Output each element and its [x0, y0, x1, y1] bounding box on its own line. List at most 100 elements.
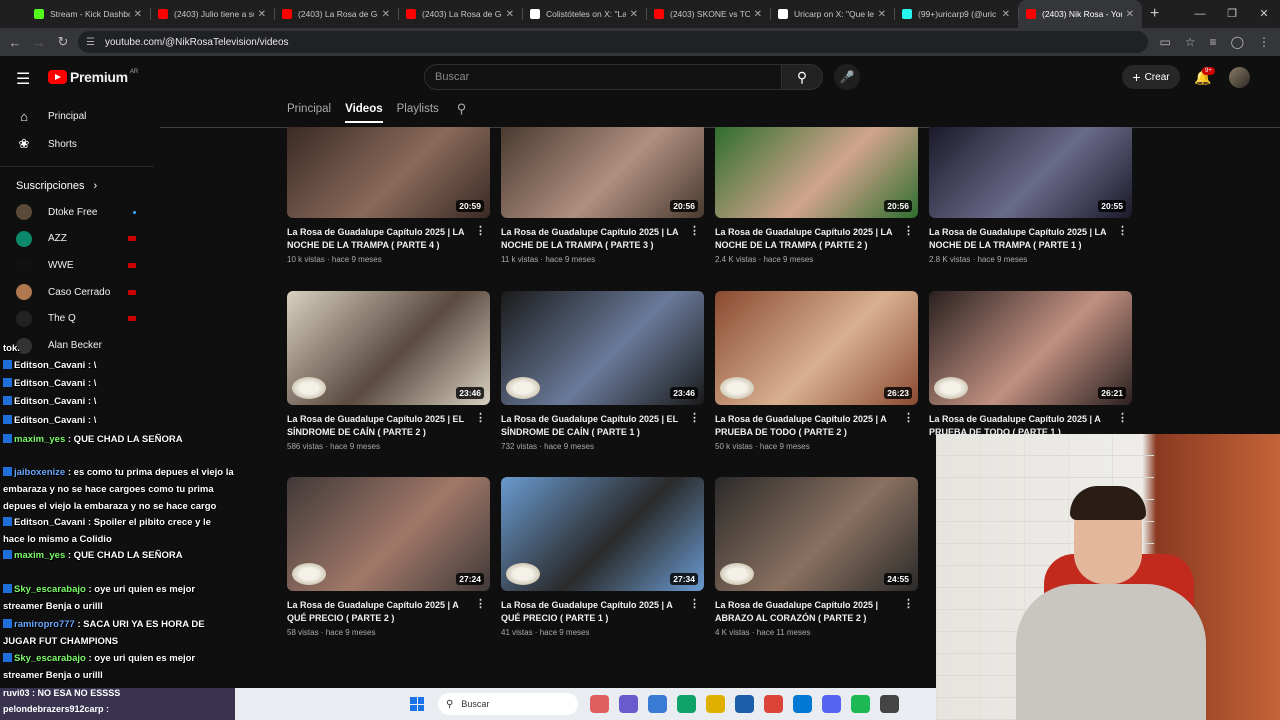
- taskbar-app-icon[interactable]: [880, 695, 899, 713]
- taskbar-app-icon[interactable]: [793, 695, 812, 713]
- tab-principal[interactable]: Principal: [287, 103, 331, 123]
- maximize-icon[interactable]: ❐: [1216, 0, 1248, 28]
- close-tab-icon[interactable]: ✕: [630, 9, 638, 20]
- browser-tab[interactable]: (2403) Julio tiene a su ✕: [150, 0, 274, 28]
- video-card[interactable]: 20:56 La Rosa de Guadalupe Capítulo 2025 …: [715, 127, 918, 264]
- video-title[interactable]: La Rosa de Guadalupe Capítulo 2025 | LA …: [715, 226, 901, 252]
- video-options-icon[interactable]: ⋮: [689, 224, 700, 237]
- taskbar-app-icon[interactable]: [706, 695, 725, 713]
- video-options-icon[interactable]: ⋮: [689, 597, 700, 610]
- taskbar-app-icon[interactable]: [619, 695, 638, 713]
- video-title[interactable]: La Rosa de Guadalupe Capítulo 2025 | A Q…: [501, 599, 687, 625]
- browser-tab[interactable]: (2403) Nik Rosa - You ✕: [1018, 0, 1142, 28]
- video-options-icon[interactable]: ⋮: [903, 224, 914, 237]
- minimize-icon[interactable]: —: [1184, 0, 1216, 28]
- subscription-item[interactable]: AZZ: [16, 230, 136, 247]
- video-options-icon[interactable]: ⋮: [475, 597, 486, 610]
- install-app-icon[interactable]: ▭: [1159, 35, 1170, 49]
- close-tab-icon[interactable]: ✕: [1126, 9, 1134, 20]
- search-input[interactable]: Buscar: [424, 64, 782, 90]
- taskbar-app-icon[interactable]: [851, 695, 870, 713]
- site-info-icon[interactable]: ☰: [86, 37, 95, 48]
- forward-icon[interactable]: →: [27, 35, 51, 50]
- video-thumbnail[interactable]: 26:23: [715, 291, 918, 405]
- video-title[interactable]: La Rosa de Guadalupe Capítulo 2025 | ABR…: [715, 599, 901, 625]
- video-title[interactable]: La Rosa de Guadalupe Capítulo 2025 | LA …: [929, 226, 1115, 252]
- taskbar-app-icon[interactable]: [764, 695, 783, 713]
- subscription-item[interactable]: Dtoke Free: [16, 204, 136, 220]
- taskbar-app-icon[interactable]: [590, 695, 609, 713]
- video-thumbnail[interactable]: 20:59: [287, 127, 490, 218]
- video-options-icon[interactable]: ⋮: [1117, 411, 1128, 424]
- video-thumbnail[interactable]: 20:55: [929, 127, 1132, 218]
- channel-search-icon[interactable]: ⚲: [457, 101, 467, 123]
- close-tab-icon[interactable]: ✕: [1002, 9, 1010, 20]
- subscription-item[interactable]: Caso Cerrado: [16, 284, 136, 301]
- video-card[interactable]: 23:46 La Rosa de Guadalupe Capítulo 2025 …: [501, 291, 704, 451]
- reading-list-icon[interactable]: ≡: [1210, 35, 1217, 49]
- video-card[interactable]: 20:56 La Rosa de Guadalupe Capítulo 2025 …: [501, 127, 704, 264]
- video-card[interactable]: 23:46 La Rosa de Guadalupe Capítulo 2025 …: [287, 291, 490, 451]
- start-button-icon[interactable]: [410, 697, 424, 711]
- profile-icon[interactable]: ◯: [1231, 35, 1244, 49]
- reload-icon[interactable]: ↻: [51, 34, 75, 50]
- close-tab-icon[interactable]: ✕: [754, 9, 762, 20]
- subscription-item[interactable]: WWE: [16, 257, 136, 274]
- taskbar-app-icon[interactable]: [648, 695, 667, 713]
- close-tab-icon[interactable]: ✕: [382, 9, 390, 20]
- browser-tab[interactable]: (2403) SKONE vs TOM ✕: [646, 0, 770, 28]
- video-options-icon[interactable]: ⋮: [475, 411, 486, 424]
- video-title[interactable]: La Rosa de Guadalupe Capítulo 2025 | A P…: [715, 413, 901, 439]
- browser-menu-icon[interactable]: ⋮: [1258, 35, 1270, 49]
- video-thumbnail[interactable]: 20:56: [715, 127, 918, 218]
- close-tab-icon[interactable]: ✕: [506, 9, 514, 20]
- create-button[interactable]: + Crear: [1122, 65, 1180, 89]
- taskbar-search-box[interactable]: ⚲ Buscar: [438, 693, 578, 715]
- subscriptions-header[interactable]: Suscripciones ›: [16, 180, 97, 192]
- browser-tab[interactable]: Colistóteles on X: "La ✕: [522, 0, 646, 28]
- bookmark-star-icon[interactable]: ☆: [1185, 35, 1196, 49]
- video-thumbnail[interactable]: 23:46: [501, 291, 704, 405]
- sidebar-item-principal[interactable]: ⌂ Principal: [16, 109, 86, 124]
- close-tab-icon[interactable]: ✕: [134, 9, 142, 20]
- video-card[interactable]: 20:59 La Rosa de Guadalupe Capítulo 2025 …: [287, 127, 490, 264]
- sidebar-item-shorts[interactable]: ❀ Shorts: [16, 136, 77, 152]
- video-card[interactable]: 24:55 La Rosa de Guadalupe Capítulo 2025 …: [715, 477, 918, 637]
- tab-videos[interactable]: Videos: [345, 103, 383, 123]
- taskbar-app-icon[interactable]: [735, 695, 754, 713]
- video-title[interactable]: La Rosa de Guadalupe Capítulo 2025 | LA …: [501, 226, 687, 252]
- url-bar[interactable]: ☰ youtube.com/@NikRosaTelevision/videos: [78, 31, 1148, 53]
- voice-search-button[interactable]: 🎤: [834, 64, 860, 90]
- close-window-icon[interactable]: ✕: [1248, 0, 1280, 28]
- video-options-icon[interactable]: ⋮: [903, 597, 914, 610]
- video-card[interactable]: 27:34 La Rosa de Guadalupe Capítulo 2025 …: [501, 477, 704, 637]
- browser-tab[interactable]: (99+)uricarp9 (@uric ✕: [894, 0, 1018, 28]
- video-options-icon[interactable]: ⋮: [475, 224, 486, 237]
- video-thumbnail[interactable]: 24:55: [715, 477, 918, 591]
- video-title[interactable]: La Rosa de Guadalupe Capítulo 2025 | EL …: [501, 413, 687, 439]
- video-thumbnail[interactable]: 27:24: [287, 477, 490, 591]
- taskbar-app-icon[interactable]: [677, 695, 696, 713]
- back-icon[interactable]: ←: [3, 35, 27, 50]
- tab-playlists[interactable]: Playlists: [397, 103, 439, 123]
- video-options-icon[interactable]: ⋮: [689, 411, 700, 424]
- video-options-icon[interactable]: ⋮: [1117, 224, 1128, 237]
- video-thumbnail[interactable]: 27:34: [501, 477, 704, 591]
- browser-tab[interactable]: Uricarp on X: "Que le ✕: [770, 0, 894, 28]
- video-card[interactable]: 27:24 La Rosa de Guadalupe Capítulo 2025 …: [287, 477, 490, 637]
- search-button[interactable]: ⚲: [781, 64, 823, 90]
- video-title[interactable]: La Rosa de Guadalupe Capítulo 2025 | LA …: [287, 226, 473, 252]
- new-tab-button[interactable]: +: [1150, 5, 1159, 23]
- video-thumbnail[interactable]: 23:46: [287, 291, 490, 405]
- subscription-item[interactable]: The Q: [16, 310, 136, 327]
- browser-tab[interactable]: (2403) La Rosa de Gu ✕: [398, 0, 522, 28]
- video-title[interactable]: La Rosa de Guadalupe Capítulo 2025 | A Q…: [287, 599, 473, 625]
- video-title[interactable]: La Rosa de Guadalupe Capítulo 2025 | EL …: [287, 413, 473, 439]
- browser-tab[interactable]: Stream - Kick Dashbo ✕: [26, 0, 150, 28]
- youtube-premium-logo[interactable]: Premium AR: [48, 69, 138, 85]
- video-thumbnail[interactable]: 26:21: [929, 291, 1132, 405]
- taskbar-app-icon[interactable]: [822, 695, 841, 713]
- close-tab-icon[interactable]: ✕: [878, 9, 886, 20]
- video-options-icon[interactable]: ⋮: [903, 411, 914, 424]
- browser-tab[interactable]: (2403) La Rosa de Gu ✕: [274, 0, 398, 28]
